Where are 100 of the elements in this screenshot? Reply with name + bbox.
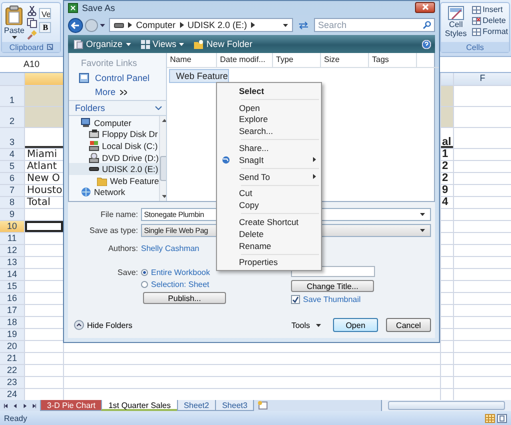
row-header[interactable]: 2: [0, 107, 24, 127]
scissors-icon[interactable]: [27, 6, 38, 16]
row-header[interactable]: 16: [0, 293, 24, 304]
row-header[interactable]: 8: [0, 197, 24, 208]
row-header[interactable]: 15: [0, 281, 24, 292]
row-header[interactable]: 4: [0, 149, 24, 160]
toolbar-button[interactable]: Organize: [72, 39, 133, 49]
row-header[interactable]: 22: [0, 365, 24, 376]
menu-item[interactable]: Send To: [217, 170, 321, 183]
row-header[interactable]: 20: [0, 341, 24, 352]
menu-item[interactable]: SnagIt: [217, 154, 321, 166]
menu-item[interactable]: Cut: [217, 188, 321, 200]
paste-button[interactable]: Paste: [3, 5, 26, 42]
next-sheet-icon[interactable]: [22, 402, 27, 408]
open-button[interactable]: Open: [333, 318, 378, 332]
page-layout-icon[interactable]: [497, 414, 507, 422]
sheet-tab[interactable]: Sheet2: [176, 400, 216, 411]
row-header[interactable]: 21: [0, 353, 24, 364]
hide-folders-button[interactable]: Hide Folders: [74, 320, 132, 330]
breadcrumb[interactable]: Computer: [136, 20, 176, 30]
column-header[interactable]: Tags: [369, 53, 417, 67]
column-header[interactable]: Size: [321, 53, 369, 67]
menu-item[interactable]: Share...: [217, 142, 321, 154]
breadcrumb[interactable]: UDISK 2.0 (E:): [188, 20, 248, 30]
search-field[interactable]: Search: [314, 18, 435, 32]
tree-item[interactable]: Computer: [69, 117, 159, 129]
folders-header[interactable]: Folders: [69, 100, 166, 116]
ribbon-action-button[interactable]: Insert: [472, 5, 508, 14]
sheet-tab[interactable]: 3-D Pie Chart: [40, 400, 102, 411]
previous-sheet-icon[interactable]: [13, 402, 18, 408]
menu-item[interactable]: Open: [217, 102, 321, 114]
column-header[interactable]: F: [454, 73, 511, 85]
font-name-field[interactable]: Ve: [39, 8, 52, 19]
publish-button[interactable]: Publish...: [143, 292, 226, 304]
brush-icon[interactable]: [27, 30, 38, 40]
more-link[interactable]: More: [69, 85, 166, 100]
file-item[interactable]: Web Feature: [169, 69, 229, 83]
favorite-link[interactable]: Control Panel: [95, 73, 150, 83]
help-icon[interactable]: [422, 40, 431, 48]
menu-item[interactable]: Create Shortcut: [217, 216, 321, 228]
change-title-button[interactable]: Change Title...: [291, 280, 374, 292]
toolbar-button[interactable]: Views: [138, 39, 186, 49]
row-header[interactable]: 17: [0, 305, 24, 316]
row-header[interactable]: 9: [0, 209, 24, 220]
column-header[interactable]: Date modif...: [217, 53, 273, 67]
last-sheet-icon[interactable]: [32, 402, 36, 408]
checkbox[interactable]: [291, 295, 300, 304]
radio-button[interactable]: [141, 281, 148, 288]
sheet-tab[interactable]: 1st Quarter Sales: [101, 400, 178, 411]
row-header[interactable]: 12: [0, 245, 24, 256]
menu-item[interactable]: Delete: [217, 228, 321, 240]
cell-styles-button[interactable]: Cell Styles: [442, 5, 470, 42]
row-header[interactable]: 1: [0, 86, 24, 106]
tree-item[interactable]: DVD Drive (D:): [69, 152, 159, 164]
cancel-button[interactable]: Cancel: [386, 318, 431, 332]
ribbon-action-button[interactable]: Format: [472, 27, 508, 36]
checkbox-label[interactable]: Save Thumbnail: [303, 295, 361, 304]
menu-item[interactable]: Search...: [217, 125, 321, 138]
row-header[interactable]: 13: [0, 257, 24, 268]
first-sheet-icon[interactable]: [4, 402, 8, 408]
radio-button[interactable]: [141, 269, 148, 276]
tree-item[interactable]: Network: [69, 186, 159, 198]
close-button[interactable]: [415, 2, 435, 12]
option-label[interactable]: Selection: Sheet: [151, 280, 210, 289]
refresh-icon[interactable]: [298, 20, 309, 30]
authors-field[interactable]: Shelly Cashman: [141, 244, 200, 253]
search-icon[interactable]: [423, 21, 431, 29]
row-header[interactable]: 11: [0, 233, 24, 244]
row-header[interactable]: 19: [0, 329, 24, 340]
row-header[interactable]: 24: [0, 389, 24, 400]
copy-icon[interactable]: [27, 18, 38, 28]
horizontal-scrollbar[interactable]: [381, 400, 511, 411]
vertical-scrollbar[interactable]: [158, 116, 166, 201]
menu-item[interactable]: Copy: [217, 199, 321, 212]
option-label[interactable]: Entire Workbook: [151, 268, 210, 277]
menu-item[interactable]: Select: [217, 85, 321, 97]
insert-sheet-icon[interactable]: [256, 401, 270, 410]
menu-item[interactable]: Explore: [217, 114, 321, 126]
ribbon-action-button[interactable]: Delete: [472, 16, 508, 25]
back-button-icon[interactable]: [68, 18, 83, 32]
row-header[interactable]: 14: [0, 269, 24, 280]
row-header[interactable]: 7: [0, 185, 24, 196]
tree-item[interactable]: Local Disk (C:): [69, 140, 159, 152]
address-bar[interactable]: Computer UDISK 2.0 (E:): [109, 18, 293, 32]
row-header[interactable]: 10: [0, 221, 24, 232]
row-header[interactable]: 3: [0, 128, 24, 148]
row-header[interactable]: 23: [0, 377, 24, 388]
row-header[interactable]: 6: [0, 173, 24, 184]
column-header[interactable]: Name: [167, 53, 217, 67]
tools-button[interactable]: Tools: [291, 320, 321, 330]
tree-item[interactable]: UDISK 2.0 (E:): [69, 163, 159, 175]
toolbar-button[interactable]: New Folder: [192, 39, 254, 49]
column-header[interactable]: Type: [273, 53, 321, 67]
row-header[interactable]: 18: [0, 317, 24, 328]
caret-icon[interactable]: [100, 24, 105, 26]
row-header[interactable]: 5: [0, 161, 24, 172]
tree-item[interactable]: Web Feature: [69, 174, 159, 187]
bold-button[interactable]: B: [39, 22, 52, 33]
menu-item[interactable]: Rename: [217, 240, 321, 252]
tree-item[interactable]: Floppy Disk Dr: [69, 128, 159, 140]
